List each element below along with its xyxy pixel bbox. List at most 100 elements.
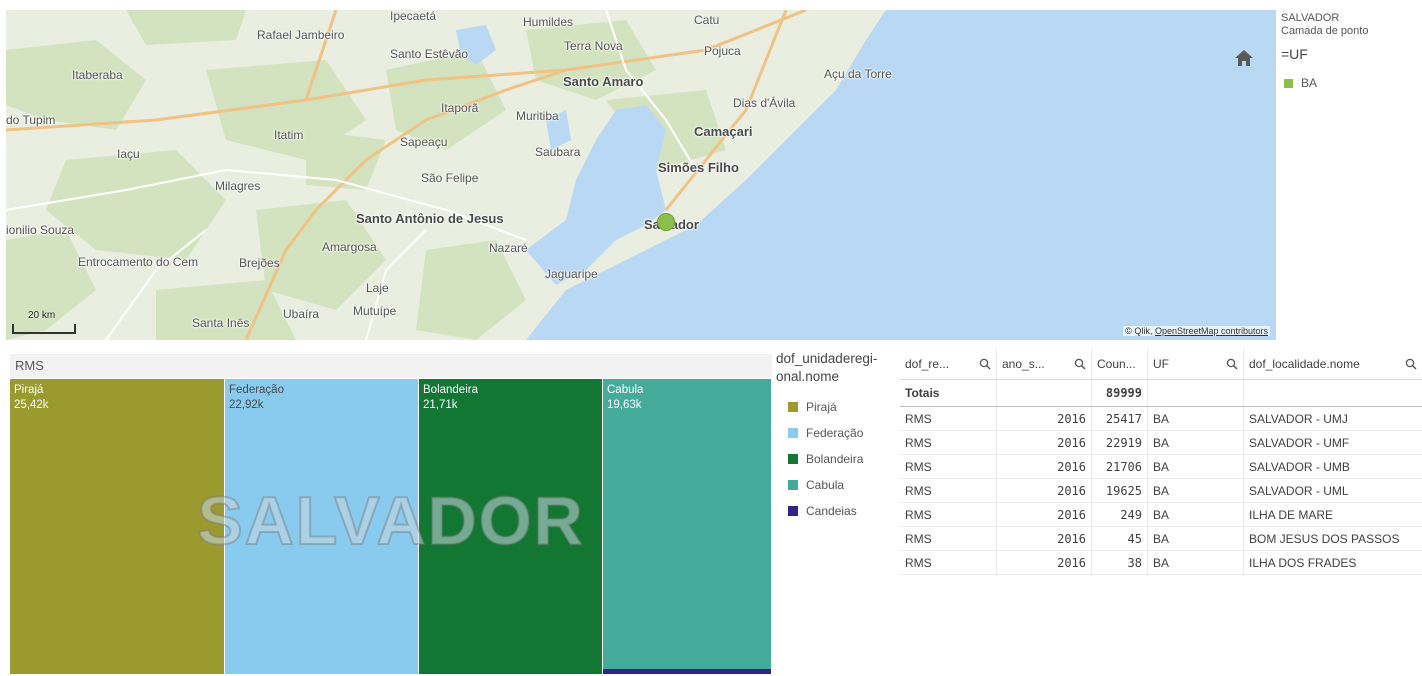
map-legend-subtitle: Camada de ponto (1281, 25, 1369, 37)
table-cell: RMS (900, 527, 997, 550)
map-place-label: Entrocamento do Cem (78, 255, 199, 269)
totals-label: Totais (900, 380, 997, 406)
table-row[interactable]: RMS 2016 25417 BA SALVADOR - UMJ (900, 407, 1422, 431)
search-icon[interactable] (979, 358, 991, 370)
table-cell: ILHA DOS FRADES (1249, 555, 1357, 570)
home-icon[interactable] (1234, 48, 1254, 68)
column-header[interactable]: ano_s... (997, 348, 1092, 379)
treemap-tile-value: 19,63k (607, 399, 642, 411)
treemap-tile-label: Pirajá (14, 384, 44, 396)
map-place-label: Santa Inês (192, 316, 250, 330)
treemap-legend-item[interactable]: Federação (776, 420, 894, 446)
treemap-tile-value: 22,92k (229, 399, 264, 411)
treemap-tile[interactable]: Cabula 19,63k (603, 379, 772, 669)
table-cell: 38 (1092, 551, 1148, 574)
column-header[interactable]: dof_localidade.nome (1244, 348, 1422, 379)
attribution-link[interactable]: OpenStreetMap contributors (1155, 326, 1268, 336)
map-place-label: Rafael Jambeiro (257, 28, 345, 42)
map-legend: SALVADOR Camada de ponto =UF BA (1281, 12, 1419, 90)
table-cell: 2016 (997, 431, 1092, 454)
column-header[interactable]: Coun... (1092, 348, 1148, 379)
treemap-header[interactable]: RMS (10, 354, 772, 378)
table-row[interactable]: RMS 2016 19625 BA SALVADOR - UML (900, 479, 1422, 503)
treemap-legend-item[interactable]: Cabula (776, 472, 894, 498)
table-cell: 19625 (1092, 479, 1148, 502)
treemap-tile-label: Bolandeira (423, 384, 478, 396)
table-row[interactable]: RMS 2016 45 BA BOM JESUS DOS PASSOS (900, 527, 1422, 551)
table-cell: BA (1148, 431, 1244, 454)
table-body: RMS 2016 25417 BA SALVADOR - UMJ RMS 2016 22919… (900, 407, 1422, 575)
map-base-layer (6, 10, 1276, 340)
search-icon[interactable] (1405, 358, 1417, 370)
map-place-label: Santo Amaro (563, 74, 644, 89)
treemap-tile[interactable] (603, 669, 772, 674)
treemap-legend-item[interactable]: Pirajá (776, 394, 894, 420)
treemap-tile[interactable]: Federação 22,92k (225, 379, 419, 674)
table-cell: SALVADOR - UMB (1249, 459, 1350, 474)
table-cell: 2016 (997, 503, 1092, 526)
table-cell: RMS (900, 407, 997, 430)
treemap-tile[interactable]: Bolandeira 21,71k (419, 379, 603, 674)
table-cell: SALVADOR - UMJ (1249, 411, 1348, 426)
map-place-label: Itaporã (441, 101, 479, 115)
table-row[interactable]: RMS 2016 22919 BA SALVADOR - UMF (900, 431, 1422, 455)
column-header[interactable]: dof_re... (900, 348, 997, 379)
search-icon[interactable] (1074, 358, 1086, 370)
table-cell: SALVADOR - UMF (1249, 435, 1350, 450)
map-place-label: Terra Nova (564, 39, 623, 53)
table-cell: RMS (900, 455, 997, 478)
map-place-label: Laje (366, 281, 389, 295)
table-cell: 22919 (1092, 431, 1148, 454)
table-row[interactable]: RMS 2016 249 BA ILHA DE MARE (900, 503, 1422, 527)
legend-swatch (788, 428, 798, 438)
map-place-label: Santo Estêvão (390, 47, 469, 61)
column-header[interactable]: UF (1148, 348, 1244, 379)
map-place-label: Açu da Torre (824, 67, 892, 81)
map-place-label: Ubaíra (283, 307, 320, 321)
table-cell: 2016 (997, 551, 1092, 574)
map-place-label: Santo Antônio de Jesus (356, 211, 504, 226)
treemap-legend-title: dof_unidaderegi-onal.nome (776, 351, 878, 384)
legend-swatch (788, 454, 798, 464)
map-place-label: ionilio Souza (6, 223, 75, 237)
column-header-label: dof_re... (905, 356, 950, 371)
legend-item-label: Pirajá (806, 400, 837, 414)
map-place-label: São Felipe (421, 171, 479, 185)
table-cell: RMS (900, 503, 997, 526)
table-cell: BA (1148, 479, 1244, 502)
map-place-label: Amargosa (322, 240, 377, 254)
map-view[interactable]: Ipecaetá Humildes Catu Rafael Jambeiro S… (6, 10, 1276, 340)
table-cell (1244, 380, 1422, 406)
table-cell: 2016 (997, 479, 1092, 502)
table-header-row: dof_re... ano_s... Coun... UF dof_locali… (900, 348, 1422, 380)
attribution-text: © Qlik, (1125, 326, 1155, 336)
search-icon[interactable] (1226, 358, 1238, 370)
treemap-tile[interactable]: Pirajá 25,42k (10, 379, 225, 674)
map-place-label: Simões Filho (658, 160, 739, 175)
legend-swatch (1284, 78, 1293, 88)
column-header-label: dof_localidade.nome (1249, 356, 1360, 371)
map-legend-item-label: BA (1301, 76, 1318, 90)
table-cell: RMS (900, 551, 997, 574)
table-cell: 2016 (997, 527, 1092, 550)
legend-swatch (788, 480, 798, 490)
treemap-legend-item[interactable]: Candeias (776, 498, 894, 524)
map-legend-item[interactable]: BA (1281, 76, 1419, 90)
table-cell: 2016 (997, 407, 1092, 430)
table-cell: RMS (900, 479, 997, 502)
table-cell: SALVADOR - UML (1249, 483, 1349, 498)
table-row[interactable]: RMS 2016 21706 BA SALVADOR - UMB (900, 455, 1422, 479)
map-place-label: Humildes (523, 15, 574, 29)
legend-item-label: Candeias (806, 504, 857, 518)
map-data-point-salvador[interactable] (657, 213, 675, 231)
map-place-label: Itaberaba (72, 68, 123, 82)
map-scale-label: 20 km (28, 310, 56, 321)
map-place-label: Nazaré (489, 241, 528, 255)
map-place-label: Mutuípe (353, 304, 397, 318)
totals-count: 89999 (1092, 380, 1148, 406)
table-row[interactable]: RMS 2016 38 BA ILHA DOS FRADES (900, 551, 1422, 575)
map-place-label: Milagres (215, 179, 261, 193)
map-place-label: Sapeaçu (400, 135, 448, 149)
table-cell: BOM JESUS DOS PASSOS (1249, 531, 1400, 546)
treemap-legend-item[interactable]: Bolandeira (776, 446, 894, 472)
